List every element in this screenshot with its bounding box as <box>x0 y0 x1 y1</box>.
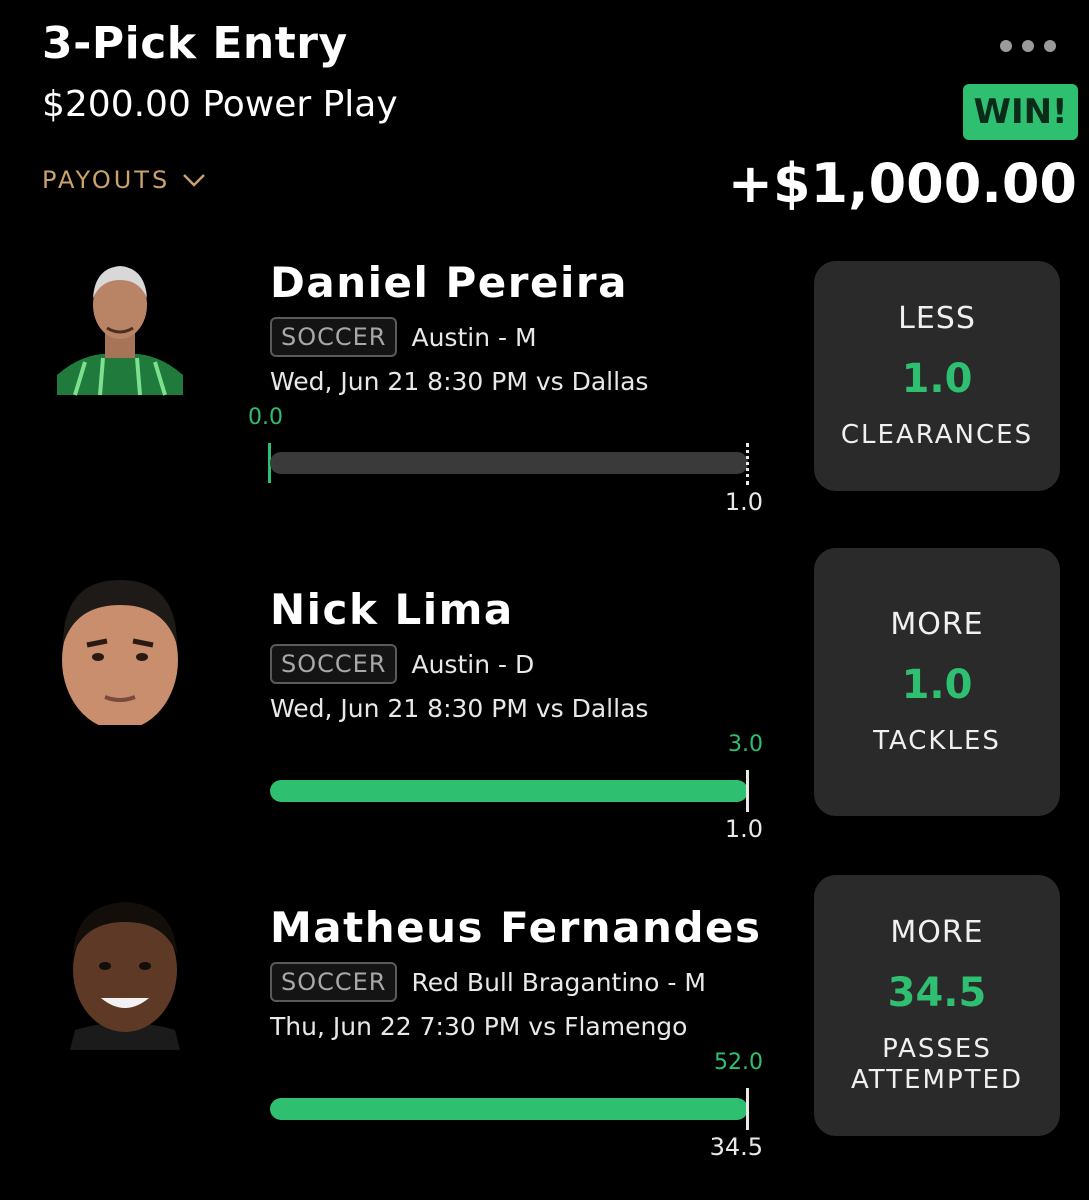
player-meta: SOCCER Austin - D <box>270 644 534 684</box>
pick-direction: MORE <box>890 914 984 950</box>
pick-line: 1.0 <box>901 661 973 708</box>
player-name: Matheus Fernandes <box>270 903 762 952</box>
stat-result: 52.0 <box>714 1050 763 1075</box>
player-meta: SOCCER Red Bull Bragantino - M <box>270 962 706 1002</box>
progress-bar <box>270 1098 748 1120</box>
line-label: 1.0 <box>724 815 763 843</box>
progress-fill <box>270 1098 748 1120</box>
stat-result: 0.0 <box>248 405 283 430</box>
pick-stat: PASSES ATTEMPTED <box>851 1033 1023 1095</box>
progress-bar <box>270 780 748 802</box>
pick-card[interactable]: MORE 1.0 TACKLES <box>814 548 1060 816</box>
sport-tag: SOCCER <box>270 644 398 684</box>
line-marker <box>746 770 749 812</box>
game-time: Wed, Jun 21 8:30 PM vs Dallas <box>270 367 649 396</box>
player-name: Daniel Pereira <box>270 258 628 307</box>
win-status-badge: WIN! <box>963 84 1078 140</box>
payouts-label: PAYOUTS <box>42 166 171 194</box>
team-position: Red Bull Bragantino - M <box>411 967 706 997</box>
progress-fill <box>270 780 748 802</box>
progress-bar <box>270 452 748 474</box>
player-avatar <box>55 890 195 1050</box>
pick-direction: LESS <box>898 300 976 336</box>
chevron-down-icon <box>183 174 206 187</box>
payouts-toggle[interactable]: PAYOUTS <box>42 166 206 194</box>
pick-line: 34.5 <box>887 969 987 1016</box>
pick-stat: CLEARANCES <box>840 419 1034 450</box>
game-time: Wed, Jun 21 8:30 PM vs Dallas <box>270 694 649 723</box>
line-label: 34.5 <box>709 1133 763 1161</box>
stat-result: 3.0 <box>728 732 763 757</box>
player-meta: SOCCER Austin - M <box>270 317 537 357</box>
pick-line: 1.0 <box>901 355 973 402</box>
player-name: Nick Lima <box>270 585 514 634</box>
line-marker <box>746 443 749 485</box>
entry-title: 3-Pick Entry <box>42 18 348 69</box>
sport-tag: SOCCER <box>270 962 398 1002</box>
pick-direction: MORE <box>890 606 984 642</box>
team-position: Austin - D <box>411 649 535 679</box>
game-time: Thu, Jun 22 7:30 PM vs Flamengo <box>270 1012 688 1041</box>
team-position: Austin - M <box>411 322 537 352</box>
player-avatar <box>45 575 195 725</box>
entry-subtitle: $200.00 Power Play <box>42 84 398 125</box>
player-avatar <box>45 250 195 400</box>
line-label: 1.0 <box>724 488 763 516</box>
line-marker <box>746 1088 749 1130</box>
pick-card[interactable]: MORE 34.5 PASSES ATTEMPTED <box>814 875 1060 1136</box>
payout-total: +$1,000.00 <box>727 152 1077 215</box>
more-options-icon[interactable] <box>1000 40 1056 52</box>
pick-card[interactable]: LESS 1.0 CLEARANCES <box>814 261 1060 491</box>
pick-stat: TACKLES <box>873 725 1001 756</box>
sport-tag: SOCCER <box>270 317 398 357</box>
